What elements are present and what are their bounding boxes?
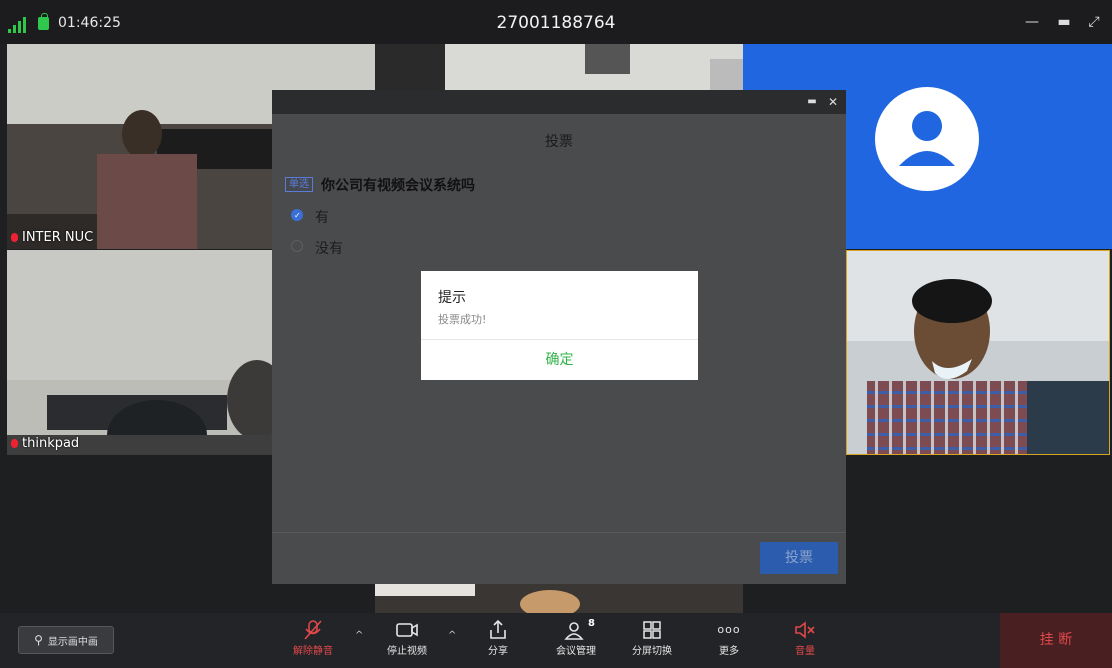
poll-option-radio[interactable] [291, 240, 303, 252]
dialog-message: 投票成功! [438, 313, 487, 326]
poll-option-label[interactable]: 没有 [315, 238, 343, 258]
mic-off-icon [281, 618, 345, 642]
picture-in-picture-button[interactable]: ⚲ 显示画中画 [18, 626, 114, 654]
share-label: 分享 [488, 646, 508, 657]
video-frame-thinkpad [7, 250, 272, 455]
participant-label: INTER NUC [11, 230, 93, 245]
dialog-ok-button[interactable]: 确定 [421, 340, 698, 380]
submit-vote-button[interactable]: 投票 [760, 542, 838, 574]
video-options-caret-icon[interactable]: ^ [448, 630, 456, 641]
hang-up-button[interactable]: 挂 断 [1000, 613, 1112, 668]
muted-mic-icon [11, 439, 18, 448]
video-tile-thinkpad[interactable]: thinkpad [7, 250, 272, 455]
meeting-management-button[interactable]: 会议管理 [544, 618, 608, 657]
participants-icon [544, 618, 608, 642]
grid-layout-icon [620, 618, 684, 642]
stop-video-button[interactable]: 停止视频 [375, 618, 439, 657]
meeting-management-label: 会议管理 [556, 646, 596, 657]
poll-question: 你公司有视频会议系统吗 [321, 178, 475, 194]
video-tile-bottom[interactable] [375, 584, 743, 613]
volume-label: 音量 [795, 646, 815, 657]
share-button[interactable]: 分享 [466, 618, 530, 657]
dialog-title: 提示 [438, 290, 466, 306]
participant-count-badge: 8 [588, 618, 595, 629]
more-button[interactable]: ooo 更多 [697, 618, 761, 657]
video-frame-bottom [375, 584, 743, 613]
poll-footer-divider [272, 532, 846, 533]
video-tile-active-speaker[interactable] [846, 250, 1110, 455]
person-icon: ⚲ [34, 633, 43, 647]
poll-close-icon[interactable]: ✕ [823, 92, 843, 112]
more-label: 更多 [719, 646, 739, 657]
layout-switch-label: 分屏切换 [632, 646, 672, 657]
poll-option-label[interactable]: 有 [315, 207, 329, 227]
video-tile-ceiling[interactable] [375, 44, 743, 90]
check-icon: ✓ [294, 211, 301, 220]
poll-maximize-icon[interactable]: ▬ [802, 92, 822, 112]
poll-title: 投票 [545, 134, 573, 150]
volume-button[interactable]: 音量 [773, 618, 837, 657]
fullscreen-icon[interactable]: ⤢ [1084, 12, 1104, 32]
muted-mic-icon [11, 233, 18, 242]
more-dots-icon: ooo [717, 623, 741, 636]
video-frame-active-speaker [847, 251, 1109, 454]
participant-label: thinkpad [11, 436, 79, 451]
stop-video-label: 停止视频 [387, 646, 427, 657]
meeting-id: 27001188764 [496, 13, 616, 33]
minimize-icon[interactable]: — [1022, 12, 1042, 32]
layout-switch-button[interactable]: 分屏切换 [620, 618, 684, 657]
unmute-button[interactable]: 解除静音 [281, 618, 345, 657]
picture-in-picture-label: 显示画中画 [47, 636, 98, 648]
poll-window-titlebar [272, 90, 846, 114]
audio-options-caret-icon[interactable]: ^ [355, 630, 363, 641]
maximize-icon[interactable]: ▬ [1054, 12, 1074, 32]
camera-icon [375, 618, 439, 642]
video-frame-ceiling [375, 44, 743, 90]
unmute-label: 解除静音 [293, 646, 333, 657]
speaker-muted-icon [773, 618, 837, 642]
share-icon [466, 618, 530, 642]
question-type-tag: 单选 [285, 177, 313, 192]
